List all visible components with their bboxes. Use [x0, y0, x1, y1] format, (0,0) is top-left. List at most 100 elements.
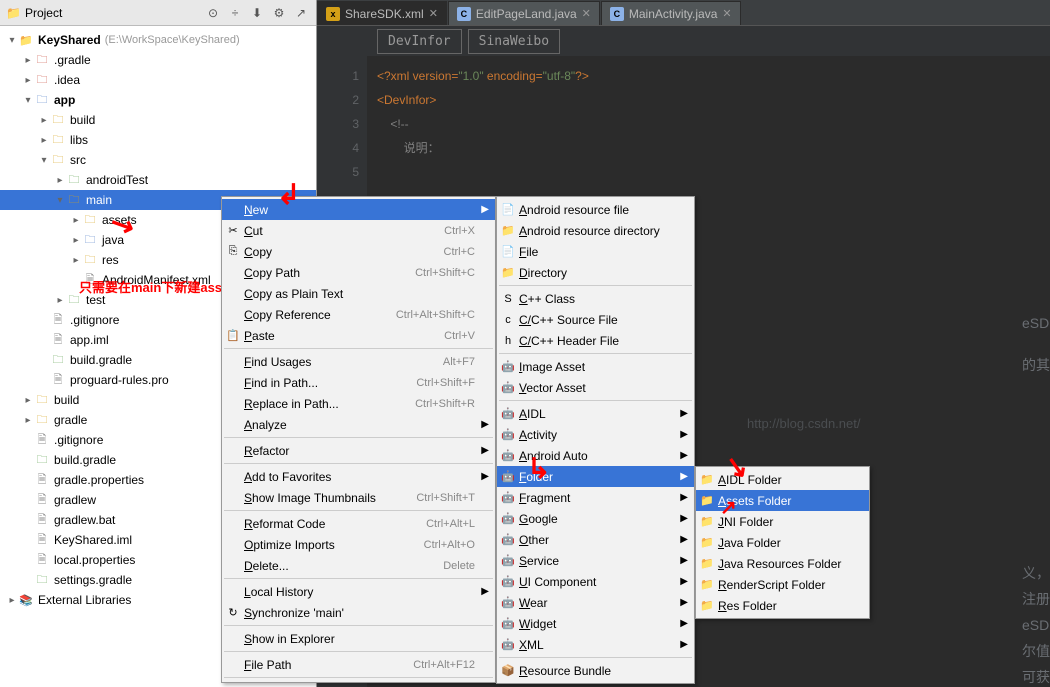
menu-item[interactable]: 🤖Activity▶	[497, 424, 694, 445]
tree-root[interactable]: ▾ 📁 KeyShared (E:\WorkSpace\KeyShared)	[0, 30, 316, 50]
menu-item[interactable]: Refactor▶	[222, 440, 495, 461]
menu-item[interactable]: 🤖Folder▶	[497, 466, 694, 487]
menu-item[interactable]: hC/C++ Header File	[497, 330, 694, 351]
tree-item-icon: 🗀	[66, 192, 82, 208]
menu-item-icon: 🤖	[500, 427, 516, 443]
menu-item-label: Refactor	[244, 444, 475, 458]
scroll-icon[interactable]: ÷	[226, 4, 244, 22]
tree-item-label: AndroidManifest.xml	[102, 273, 211, 287]
tree-item[interactable]: ▸🗀androidTest	[0, 170, 316, 190]
menu-item[interactable]: Show in Explorer	[222, 628, 495, 649]
menu-item[interactable]: Delete...Delete	[222, 555, 495, 576]
menu-item[interactable]: New▶	[222, 199, 495, 220]
breadcrumb-bar: DevInforSinaWeibo	[317, 26, 1050, 56]
menu-item-icon: 🤖	[500, 553, 516, 569]
background-code-text: 的其在表格中填写相对应的开发者信息，以新浪微	[1022, 352, 1050, 378]
submenu-arrow-icon: ▶	[481, 419, 489, 430]
menu-item-label: Other	[519, 533, 674, 547]
menu-item[interactable]: 📄Android resource file	[497, 199, 694, 220]
menu-item[interactable]: 🤖Wear▶	[497, 592, 694, 613]
menu-item[interactable]: Find UsagesAlt+F7	[222, 351, 495, 372]
menu-item[interactable]: 📁AIDL Folder	[696, 469, 869, 490]
menu-item-icon: 📁	[500, 223, 516, 239]
menu-item[interactable]: Add to Favorites▶	[222, 466, 495, 487]
menu-item[interactable]: 📁JNI Folder	[696, 511, 869, 532]
menu-item[interactable]: Copy as Plain Text	[222, 283, 495, 304]
menu-item[interactable]: cC/C++ Source File	[497, 309, 694, 330]
menu-item[interactable]: ↻Synchronize 'main'	[222, 602, 495, 623]
tree-item[interactable]: ▸🗀libs	[0, 130, 316, 150]
tree-item[interactable]: ▸🗀.gradle	[0, 50, 316, 70]
menu-item[interactable]: Optimize ImportsCtrl+Alt+O	[222, 534, 495, 555]
menu-item[interactable]: Copy PathCtrl+Shift+C	[222, 262, 495, 283]
menu-item[interactable]: 🤖Image Asset	[497, 356, 694, 377]
tree-item-icon: 🗀	[66, 292, 82, 308]
menu-item-label: XML	[519, 638, 674, 652]
tree-item-icon: 🗎	[82, 272, 98, 288]
menu-item[interactable]: 🤖Android Auto▶	[497, 445, 694, 466]
menu-item[interactable]: 📁Res Folder	[696, 595, 869, 616]
submenu-arrow-icon: ▶	[680, 492, 688, 503]
tree-item[interactable]: ▾🗀src	[0, 150, 316, 170]
menu-item[interactable]: Analyze▶	[222, 414, 495, 435]
tree-item-label: .gitignore	[54, 433, 103, 447]
menu-item[interactable]: 🤖Fragment▶	[497, 487, 694, 508]
settings-icon[interactable]: ⚙	[270, 4, 288, 22]
close-icon[interactable]: ✕	[722, 7, 731, 20]
tree-item[interactable]: ▸🗀.idea	[0, 70, 316, 90]
tree-item-label: app	[54, 93, 75, 107]
menu-item[interactable]: Local History▶	[222, 581, 495, 602]
tree-item[interactable]: ▸🗀build	[0, 110, 316, 130]
menu-item[interactable]: 🤖Google▶	[497, 508, 694, 529]
menu-item[interactable]: 🤖Vector Asset	[497, 377, 694, 398]
menu-item[interactable]: 🤖XML▶	[497, 634, 694, 655]
submenu-arrow-icon: ▶	[680, 618, 688, 629]
menu-item[interactable]: 🤖AIDL▶	[497, 403, 694, 424]
minimize-icon[interactable]: ↗	[292, 4, 310, 22]
menu-item[interactable]: File PathCtrl+Alt+F12	[222, 654, 495, 675]
tree-item[interactable]: ▾🗀app	[0, 90, 316, 110]
background-code-text: 尔值，默认为true，如果Enable为false，则	[1022, 638, 1050, 664]
hide-icon[interactable]: ⬇	[248, 4, 266, 22]
tree-item-icon: 🗀	[50, 132, 66, 148]
close-icon[interactable]: ✕	[582, 7, 591, 20]
menu-item[interactable]: ✂CutCtrl+X	[222, 220, 495, 241]
menu-item[interactable]: Replace in Path...Ctrl+Shift+R	[222, 393, 495, 414]
menu-item[interactable]: 📁Android resource directory	[497, 220, 694, 241]
menu-item[interactable]: Copy ReferenceCtrl+Alt+Shift+C	[222, 304, 495, 325]
menu-item-label: C/C++ Header File	[519, 334, 674, 348]
menu-item-icon: 📄	[500, 244, 516, 260]
menu-item[interactable]: 📁Directory	[497, 262, 694, 283]
menu-item[interactable]: SC++ Class	[497, 288, 694, 309]
menu-item[interactable]: 📁Java Folder	[696, 532, 869, 553]
editor-tab[interactable]: xShareSDK.xml✕	[317, 1, 447, 25]
menu-shortcut: Ctrl+X	[444, 225, 475, 237]
menu-item[interactable]: Find in Path...Ctrl+Shift+F	[222, 372, 495, 393]
menu-item-icon: 🤖	[500, 616, 516, 632]
collapse-icon[interactable]: ⊙	[204, 4, 222, 22]
menu-item[interactable]: ⎘CopyCtrl+C	[222, 241, 495, 262]
tree-item-label: settings.gradle	[54, 573, 132, 587]
menu-item[interactable]: Reformat CodeCtrl+Alt+L	[222, 513, 495, 534]
menu-item-icon: 🤖	[500, 490, 516, 506]
menu-item[interactable]: 📁RenderScript Folder	[696, 574, 869, 595]
context-menu-main: New▶✂CutCtrl+X⎘CopyCtrl+CCopy PathCtrl+S…	[221, 196, 496, 683]
menu-item[interactable]: 🤖Other▶	[497, 529, 694, 550]
menu-item[interactable]: 🤖Service▶	[497, 550, 694, 571]
menu-item[interactable]: 🤖UI Component▶	[497, 571, 694, 592]
menu-shortcut: Ctrl+Shift+F	[416, 377, 475, 389]
menu-item-label: Find in Path...	[244, 376, 416, 390]
breadcrumb-item[interactable]: DevInfor	[377, 29, 462, 54]
menu-item-label: Widget	[519, 617, 674, 631]
close-icon[interactable]: ✕	[429, 7, 438, 20]
menu-item[interactable]: 🤖Widget ▶	[497, 613, 694, 634]
editor-tab[interactable]: CEditPageLand.java✕	[448, 1, 600, 25]
editor-tab[interactable]: CMainActivity.java✕	[601, 1, 741, 25]
breadcrumb-item[interactable]: SinaWeibo	[468, 29, 560, 54]
menu-item[interactable]: 📦Resource Bundle	[497, 660, 694, 681]
menu-item[interactable]: 📋PasteCtrl+V	[222, 325, 495, 346]
menu-item[interactable]: Show Image ThumbnailsCtrl+Shift+T	[222, 487, 495, 508]
menu-item[interactable]: 📁Java Resources Folder	[696, 553, 869, 574]
menu-item[interactable]: 📁Assets Folder	[696, 490, 869, 511]
menu-item[interactable]: 📄File	[497, 241, 694, 262]
